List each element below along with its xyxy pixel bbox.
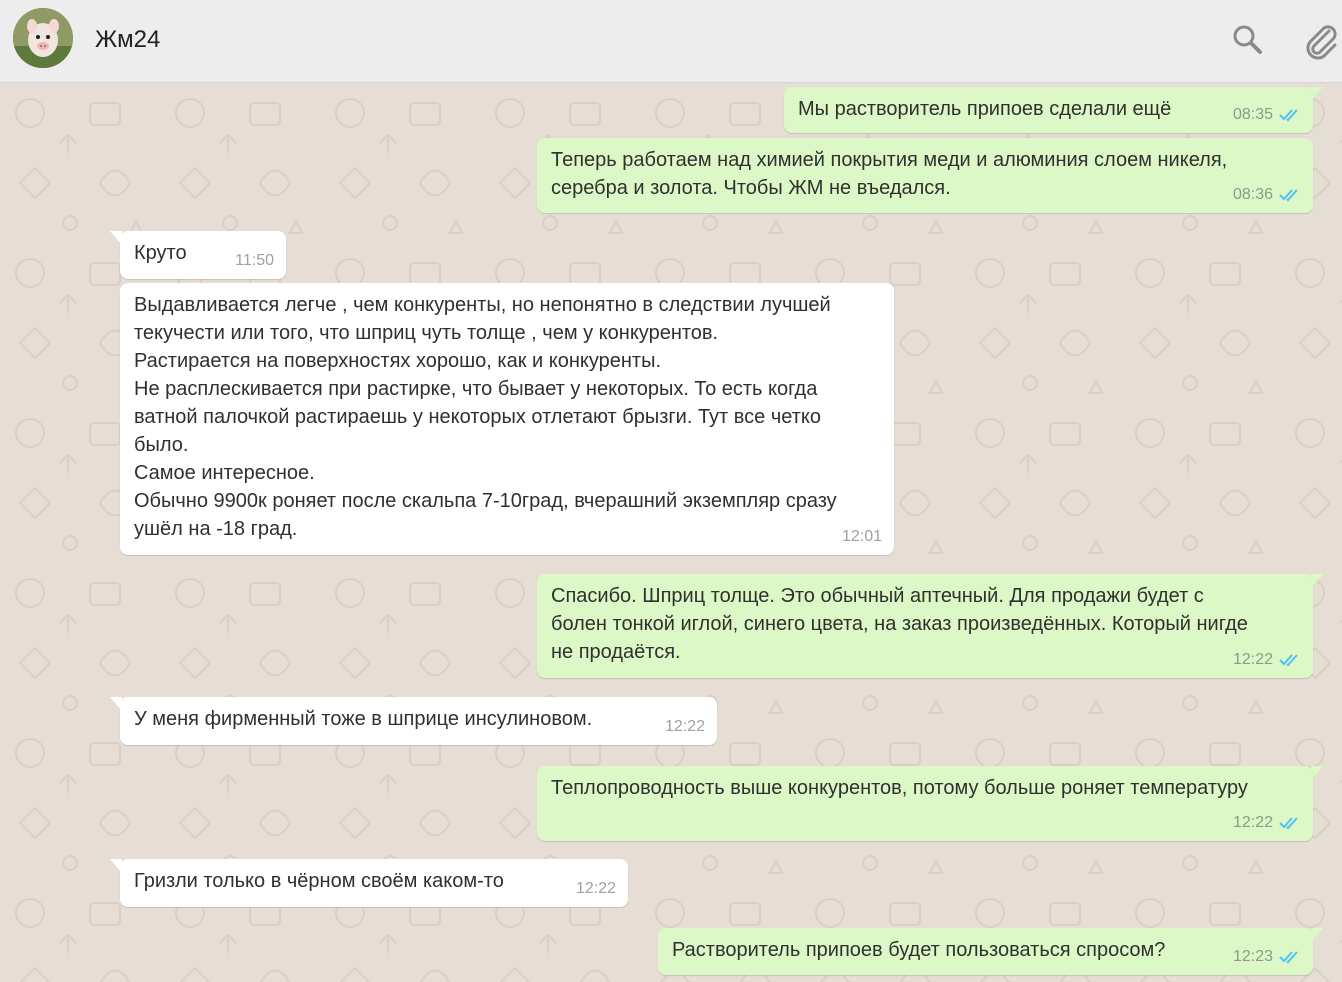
message-incoming[interactable]: Круто 11:50 <box>110 231 286 279</box>
bubble-tail <box>1311 766 1323 780</box>
bubble-tail <box>110 859 122 873</box>
paperclip-icon[interactable] <box>1302 22 1337 60</box>
double-check-icon <box>1279 189 1298 202</box>
message-meta: 12:23 <box>1233 943 1301 971</box>
double-check-icon <box>1279 109 1298 122</box>
message-time: 11:50 <box>235 252 274 269</box>
message-meta: 12:22 <box>1233 809 1301 837</box>
message-outgoing[interactable]: Спасибо. Шприц толще. Это обычный аптечн… <box>537 574 1323 678</box>
message-time: 12:22 <box>575 880 616 897</box>
double-check-icon <box>1279 817 1298 830</box>
message-time: 08:36 <box>1232 186 1273 203</box>
message-text: Теплопроводность выше конкурентов, потом… <box>551 777 1248 799</box>
message-meta: 12:22 <box>665 713 705 741</box>
message-outgoing[interactable]: Теплопроводность выше конкурентов, потом… <box>537 766 1323 841</box>
message-time: 12:22 <box>664 718 705 735</box>
bubble-tail <box>1311 574 1323 588</box>
chat-header: Жм24 <box>0 0 1342 83</box>
search-icon[interactable] <box>1230 22 1264 56</box>
bubble-tail <box>1311 928 1323 942</box>
bubble-tail <box>110 697 122 711</box>
double-check-icon <box>1279 951 1298 964</box>
message-text: Гризли только в чёрном своём каком-то <box>134 870 504 892</box>
message-outgoing[interactable]: Теперь работаем над химией покрытия меди… <box>537 138 1313 213</box>
message-outgoing[interactable]: Мы растворитель припоев сделали ещё 08:3… <box>784 87 1323 133</box>
bubble-tail <box>1311 87 1323 101</box>
message-text: Выдавливается легче , чем конкуренты, но… <box>134 294 837 540</box>
message-meta: 11:50 <box>235 247 274 275</box>
message-text: Мы растворитель припоев сделали ещё <box>798 98 1172 120</box>
message-text: У меня фирменный тоже в шприце инсулинов… <box>134 708 593 730</box>
bubble-tail <box>110 231 122 245</box>
message-meta: 08:35 <box>1233 101 1301 129</box>
message-incoming[interactable]: У меня фирменный тоже в шприце инсулинов… <box>110 697 717 745</box>
message-time: 12:22 <box>1232 651 1273 668</box>
message-incoming[interactable]: Выдавливается легче , чем конкуренты, но… <box>120 283 894 555</box>
message-incoming[interactable]: Гризли только в чёрном своём каком-то 12… <box>110 859 628 907</box>
piglet-avatar-icon[interactable] <box>13 8 73 68</box>
message-time: 12:01 <box>841 528 882 545</box>
message-text: Спасибо. Шприц толще. Это обычный аптечн… <box>551 585 1248 663</box>
message-time: 08:35 <box>1232 106 1273 123</box>
whatsapp-chat-window: Жм24 Мы растворитель припоев сделали ещё… <box>0 0 1342 982</box>
message-list[interactable]: Мы растворитель припоев сделали ещё 08:3… <box>0 83 1342 982</box>
message-text: Растворитель припоев будет пользоваться … <box>672 939 1166 961</box>
message-outgoing[interactable]: Растворитель припоев будет пользоваться … <box>658 928 1323 975</box>
chat-title[interactable]: Жм24 <box>95 26 160 54</box>
message-time: 12:23 <box>1232 948 1273 965</box>
message-meta: 12:01 <box>842 523 882 551</box>
message-time: 12:22 <box>1232 814 1273 831</box>
message-text: Теперь работаем над химией покрытия меди… <box>551 149 1228 199</box>
message-meta: 12:22 <box>1233 646 1301 674</box>
message-meta: 12:22 <box>576 875 616 903</box>
double-check-icon <box>1279 654 1298 667</box>
message-meta: 08:36 <box>1233 181 1301 209</box>
